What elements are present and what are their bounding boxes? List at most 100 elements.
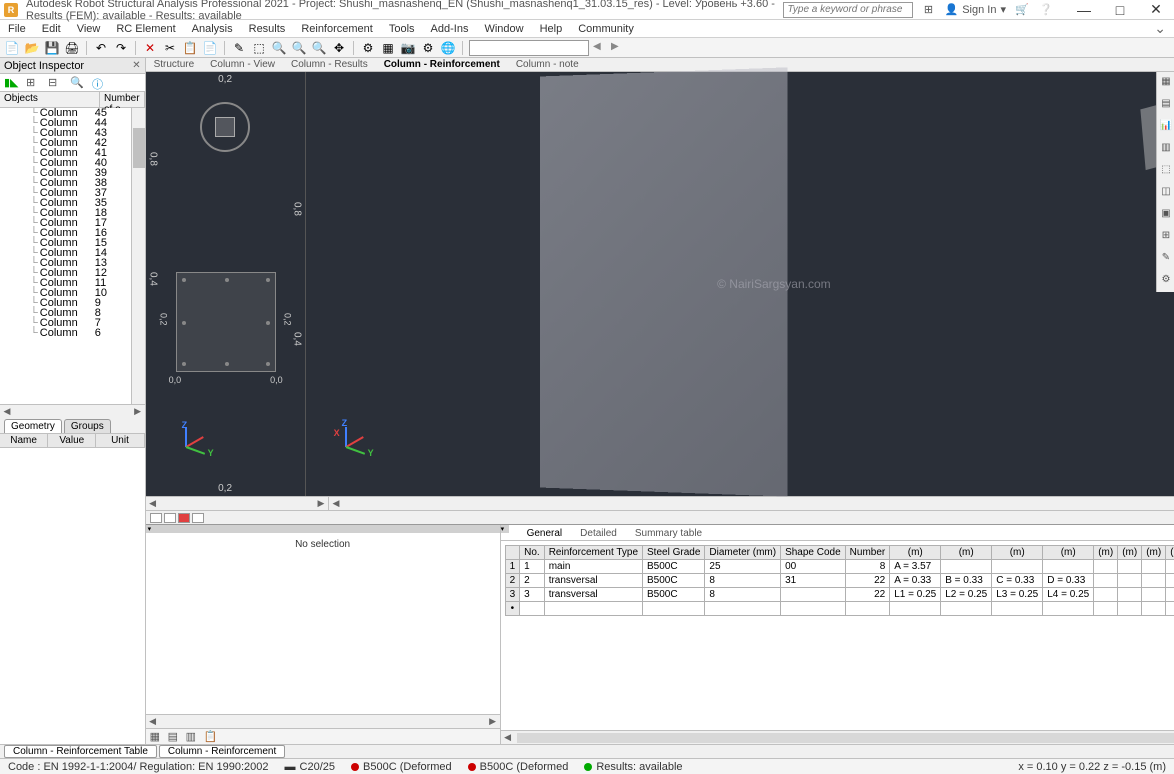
viewport-3d[interactable]: © NairiSargsyan.com TOP X Y Z: [306, 72, 1174, 496]
rt-icon-9[interactable]: ✎: [1159, 252, 1173, 266]
rt-icon-10[interactable]: ⚙: [1159, 274, 1173, 288]
tab-groups[interactable]: Groups: [64, 419, 111, 433]
table-header[interactable]: (m): [1118, 546, 1142, 560]
apps-icon[interactable]: ⊞: [921, 2, 937, 18]
table-row[interactable]: 11mainB500C25008A = 3.57: [505, 560, 1174, 574]
bl-icon1[interactable]: ▦: [150, 730, 164, 744]
zoom-icon[interactable]: 🔍: [271, 40, 287, 56]
menu-file[interactable]: File: [8, 23, 26, 35]
undo-icon[interactable]: ↶: [93, 40, 109, 56]
inspector-close-icon[interactable]: ✕: [132, 60, 140, 71]
zoomout-icon[interactable]: 🔍: [311, 40, 327, 56]
menu-tools[interactable]: Tools: [389, 23, 415, 35]
table-scroll-left[interactable]: ◀: [501, 732, 515, 743]
menu-analysis[interactable]: Analysis: [192, 23, 233, 35]
tab-general[interactable]: General: [521, 527, 569, 540]
prop-unit-col[interactable]: Unit: [96, 434, 144, 447]
table-header[interactable]: (m): [1094, 546, 1118, 560]
menu-edit[interactable]: Edit: [42, 23, 61, 35]
calc-icon[interactable]: ⚙: [360, 40, 376, 56]
table-row[interactable]: 33transversalB500C822L1 = 0.25L2 = 0.25L…: [505, 588, 1174, 602]
menu-view[interactable]: View: [77, 23, 101, 35]
rt-icon-4[interactable]: ▥: [1159, 142, 1173, 156]
reinforcement-table[interactable]: No.Reinforcement TypeSteel GradeDiameter…: [501, 541, 1174, 730]
rt-icon-3[interactable]: 📊: [1159, 120, 1173, 134]
signin-button[interactable]: 👤 Sign In ▾: [945, 3, 1006, 16]
table-header[interactable]: (m): [1142, 546, 1166, 560]
menu-reinforcement[interactable]: Reinforcement: [301, 23, 373, 35]
viewmode-4[interactable]: [192, 513, 204, 523]
prev-arrow-icon[interactable]: ◀: [593, 41, 607, 55]
panel-handle[interactable]: ▾: [146, 525, 500, 533]
tree-icon[interactable]: ⊞: [26, 76, 40, 90]
vp1-scroll-left[interactable]: ◀: [146, 498, 160, 509]
save-icon[interactable]: 💾: [44, 40, 60, 56]
menu-rcelement[interactable]: RC Element: [116, 23, 175, 35]
story-icon[interactable]: ▦: [380, 40, 396, 56]
tab-col-view[interactable]: Column - View: [206, 59, 279, 70]
paste-icon[interactable]: 📄: [202, 40, 218, 56]
new-icon[interactable]: 📄: [4, 40, 20, 56]
viewmode-2[interactable]: [164, 513, 176, 523]
viewmode-1[interactable]: [150, 513, 162, 523]
prop-value-col[interactable]: Value: [48, 434, 96, 447]
table-header[interactable]: (m): [941, 546, 992, 560]
tab-summary[interactable]: Summary table: [629, 527, 708, 540]
minimize-button[interactable]: —: [1070, 2, 1098, 18]
globe-icon[interactable]: 🌐: [440, 40, 456, 56]
print-icon[interactable]: 🖨: [64, 40, 80, 56]
tab-col-note[interactable]: Column - note: [512, 59, 583, 70]
copy-icon[interactable]: 📋: [182, 40, 198, 56]
menu-window[interactable]: Window: [484, 23, 523, 35]
object-row[interactable]: └Column6: [0, 328, 145, 338]
edit-icon[interactable]: ✎: [231, 40, 247, 56]
rt-icon-8[interactable]: ⊞: [1159, 230, 1173, 244]
menu-chevron-icon[interactable]: ⌄: [1154, 20, 1166, 37]
screenshot-icon[interactable]: 📷: [400, 40, 416, 56]
table-handle[interactable]: ▾: [501, 525, 509, 533]
tab-structure[interactable]: Structure: [150, 59, 199, 70]
table-header[interactable]: Steel Grade: [643, 546, 705, 560]
rt-icon-1[interactable]: ▦: [1159, 76, 1173, 90]
maximize-button[interactable]: □: [1106, 2, 1134, 18]
bl-icon4[interactable]: 📋: [204, 730, 218, 744]
tab-detailed[interactable]: Detailed: [574, 527, 623, 540]
rt-icon-7[interactable]: ▣: [1159, 208, 1173, 222]
close-button[interactable]: ✕: [1142, 2, 1170, 18]
bl-icon2[interactable]: ▤: [168, 730, 182, 744]
menu-community[interactable]: Community: [578, 23, 634, 35]
next-arrow-icon[interactable]: ▶: [611, 41, 625, 55]
footer-tab-reinf[interactable]: Column - Reinforcement: [159, 745, 285, 758]
table-header[interactable]: Shape Code: [781, 546, 846, 560]
objects-list[interactable]: └Column45└Column44└Column43└Column42└Col…: [0, 108, 145, 404]
open-icon[interactable]: 📂: [24, 40, 40, 56]
scroll-right-icon[interactable]: ▶: [131, 406, 145, 417]
redo-icon[interactable]: ↷: [113, 40, 129, 56]
table-header[interactable]: Diameter (mm): [705, 546, 781, 560]
menu-addins[interactable]: Add-Ins: [431, 23, 469, 35]
rt-icon-6[interactable]: ◫: [1159, 186, 1173, 200]
numberof-col[interactable]: Number of o...: [100, 92, 145, 107]
vp2-scroll-left[interactable]: ◀: [329, 498, 343, 509]
cut-icon[interactable]: ✂: [162, 40, 178, 56]
table-header[interactable]: Reinforcement Type: [544, 546, 642, 560]
tab-col-reinforcement[interactable]: Column - Reinforcement: [380, 59, 504, 70]
tab-col-results[interactable]: Column - Results: [287, 59, 372, 70]
table-header[interactable]: No.: [520, 546, 545, 560]
collapse-icon[interactable]: ⊟: [48, 76, 62, 90]
help-icon[interactable]: ❔: [1038, 2, 1054, 18]
pan-icon[interactable]: ✥: [331, 40, 347, 56]
rt-icon-2[interactable]: ▤: [1159, 98, 1173, 112]
delete-icon[interactable]: ✕: [142, 40, 158, 56]
rt-icon-5[interactable]: ⬚: [1159, 164, 1173, 178]
viewmode-3[interactable]: [178, 513, 190, 523]
table-row[interactable]: 22transversalB500C83122A = 0.33B = 0.33C…: [505, 574, 1174, 588]
objects-scrollbar[interactable]: [131, 108, 145, 404]
table-header[interactable]: (m): [1043, 546, 1094, 560]
search-icon[interactable]: 🔍: [70, 76, 84, 90]
table-header[interactable]: Number: [845, 546, 890, 560]
table-header[interactable]: [505, 546, 520, 560]
toolbar-combo[interactable]: [469, 40, 589, 56]
viewport-2d[interactable]: 0,2 0,2 0,8 0,4 0,8 0,4: [146, 72, 306, 496]
scroll-left-icon[interactable]: ◀: [0, 406, 14, 417]
